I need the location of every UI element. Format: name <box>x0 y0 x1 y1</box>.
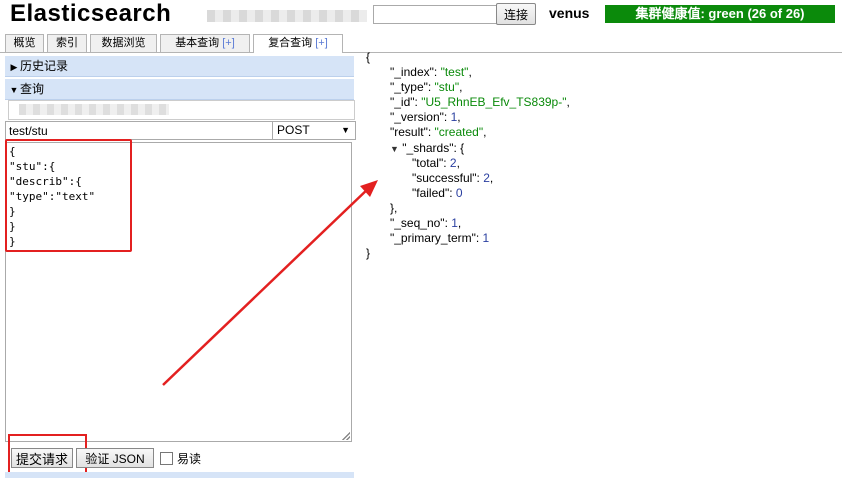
triangle-right-icon: ▶ <box>10 62 18 72</box>
json-brace: }, <box>390 201 398 215</box>
app-title: Elasticsearch <box>10 0 172 27</box>
query-section-header[interactable]: ▼ 查询 <box>5 79 354 100</box>
response-panel: { "_index": "test", "_type": "stu", "_id… <box>360 50 842 478</box>
tab-overview[interactable]: 概览 <box>5 34 44 52</box>
json-row: "_seq_no": 1, <box>390 216 462 230</box>
json-brace: { <box>366 50 371 64</box>
collapse-triangle-icon[interactable]: ▼ <box>390 144 399 154</box>
triangle-down-icon: ▼ <box>9 85 19 95</box>
json-row: "_version": 1, <box>390 110 461 124</box>
json-row: "failed": 0 <box>412 186 463 200</box>
resize-grip-icon[interactable] <box>342 432 350 440</box>
json-row: "result": "created", <box>390 125 487 139</box>
query-path-input[interactable] <box>5 121 276 140</box>
next-section-header[interactable] <box>5 472 354 478</box>
json-row: "successful": 2, <box>412 171 494 185</box>
http-method-select[interactable]: POST ▼ <box>272 121 356 140</box>
json-row: "_type": "stu", <box>390 80 463 94</box>
blurred-field <box>8 100 355 120</box>
tab-basic-query[interactable]: 基本查询 [+] <box>160 34 250 52</box>
submit-request-button[interactable]: 提交请求 <box>11 448 73 468</box>
json-row: "_id": "U5_RhnEB_Efv_TS839p-", <box>390 95 570 109</box>
history-section-header[interactable]: ▶ 历史记录 <box>5 56 354 77</box>
header: Elasticsearch 连接 venus 集群健康值: green (26 … <box>0 0 842 32</box>
json-row[interactable]: ▼ "_shards": { <box>390 141 464 157</box>
pretty-checkbox[interactable]: 易读 <box>160 450 201 467</box>
json-brace: } <box>366 246 371 260</box>
url-input[interactable] <box>373 5 501 24</box>
checkbox-icon[interactable] <box>160 452 173 465</box>
json-row: "_primary_term": 1 <box>390 231 490 245</box>
validate-json-button[interactable]: 验证 JSON <box>76 448 154 468</box>
dropdown-caret-icon: ▼ <box>341 125 350 135</box>
tab-indices[interactable]: 索引 <box>47 34 87 52</box>
cluster-name: venus <box>549 5 590 21</box>
json-row: "total": 2, <box>412 156 460 170</box>
cluster-health-badge: 集群健康值: green (26 of 26) <box>605 5 835 23</box>
tab-compound-query[interactable]: 复合查询 [+] <box>253 34 343 53</box>
json-row: "_index": "test", <box>390 65 472 79</box>
blurred-text <box>207 10 367 22</box>
connect-button[interactable]: 连接 <box>496 3 536 25</box>
tab-browser[interactable]: 数据浏览 <box>90 34 157 52</box>
annotation-box-body <box>5 139 132 252</box>
